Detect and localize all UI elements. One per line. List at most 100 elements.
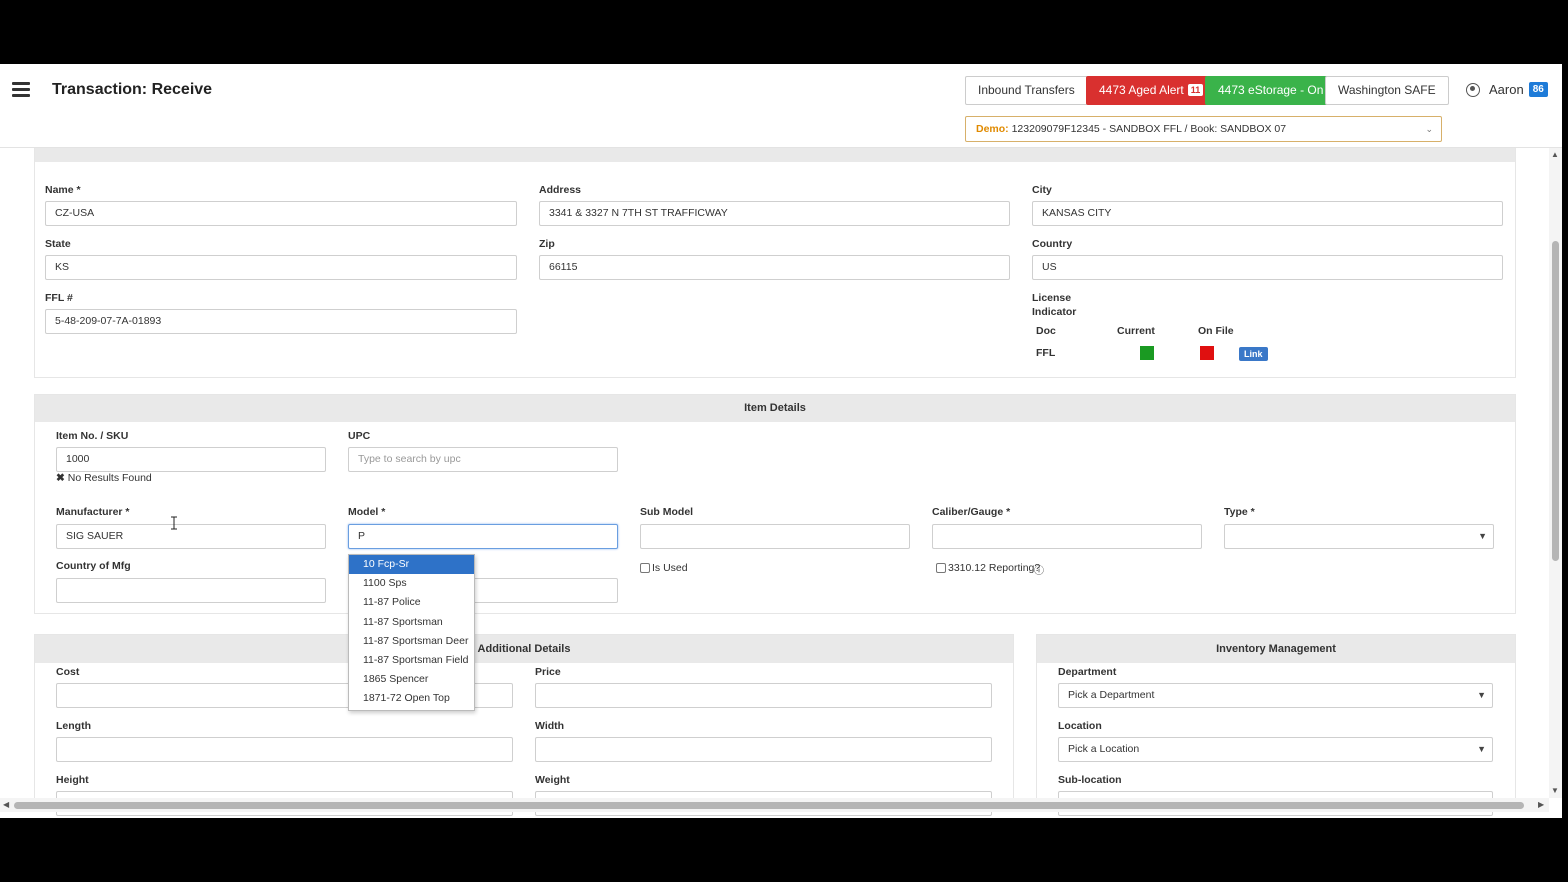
info-icon[interactable]: ⓘ bbox=[1034, 562, 1044, 577]
model-suggestions-dropdown: 10 Fcp-Sr 1100 Sps 11-87 Police 11-87 Sp… bbox=[348, 554, 475, 711]
zip-input[interactable]: 66115 bbox=[539, 255, 1010, 280]
caliber-input[interactable] bbox=[932, 524, 1202, 549]
vertical-scrollbar[interactable]: ▲ ▼ bbox=[1549, 148, 1562, 798]
chevron-down-icon: ⌄ bbox=[1425, 124, 1433, 134]
country-mfg-input[interactable] bbox=[56, 578, 326, 603]
suggestion-item[interactable]: 11-87 Sportsman bbox=[349, 613, 474, 632]
onfile-status-indicator bbox=[1200, 346, 1214, 360]
scroll-down-icon[interactable]: ▼ bbox=[1551, 786, 1559, 795]
weight-label: Weight bbox=[535, 774, 570, 786]
price-input[interactable] bbox=[535, 683, 992, 708]
model-label: Model * bbox=[348, 506, 386, 518]
acquire-from-header bbox=[35, 148, 1515, 162]
is-used-label: Is Used bbox=[652, 562, 688, 574]
suggestion-item[interactable]: 11-87 Sportsman Deer bbox=[349, 632, 474, 651]
department-value: Pick a Department bbox=[1068, 689, 1155, 701]
inbound-transfers-button[interactable]: Inbound Transfers bbox=[965, 76, 1088, 105]
book-select[interactable]: Demo: 123209079F12345 - SANDBOX FFL / Bo… bbox=[965, 116, 1442, 142]
country-label: Country bbox=[1032, 238, 1073, 250]
width-label: Width bbox=[535, 720, 565, 732]
item-details-header: Item Details bbox=[35, 395, 1515, 422]
submodel-label: Sub Model bbox=[640, 506, 694, 518]
book-value: 123209079F12345 - SANDBOX FFL / Book: SA… bbox=[1011, 123, 1287, 135]
caliber-label: Caliber/Gauge * bbox=[932, 506, 1011, 518]
state-input[interactable]: KS bbox=[45, 255, 517, 280]
length-input[interactable] bbox=[56, 737, 513, 762]
ffl-input[interactable]: 5-48-209-07-7A-01893 bbox=[45, 309, 517, 334]
city-label: City bbox=[1032, 184, 1052, 196]
suggestion-item[interactable]: 11-87 Police bbox=[349, 593, 474, 612]
additional-details-header: Additional Details bbox=[35, 635, 1013, 663]
country-input[interactable]: US bbox=[1032, 255, 1503, 280]
chevron-down-icon: ▼ bbox=[1477, 744, 1486, 754]
doc-col-header: Doc bbox=[1036, 325, 1056, 337]
scroll-left-icon[interactable]: ◀ bbox=[3, 800, 9, 809]
current-status-indicator bbox=[1140, 346, 1154, 360]
submodel-input[interactable] bbox=[640, 524, 910, 549]
suggestion-item[interactable]: 1100 Sps bbox=[349, 574, 474, 593]
type-label: Type * bbox=[1224, 506, 1255, 518]
aged-alert-label: 4473 Aged Alert bbox=[1099, 83, 1184, 97]
suggestion-item[interactable]: 1865 Spencer bbox=[349, 670, 474, 689]
user-menu[interactable]: Aaron 86 bbox=[1466, 82, 1548, 97]
location-select[interactable]: Pick a Location ▼ bbox=[1058, 737, 1493, 762]
state-label: State bbox=[45, 238, 71, 250]
chevron-down-icon: ▼ bbox=[1477, 690, 1486, 700]
no-results-text: No Results Found bbox=[67, 472, 152, 484]
ffl-label: FFL # bbox=[45, 292, 73, 304]
sublocation-label: Sub-location bbox=[1058, 774, 1122, 786]
location-value: Pick a Location bbox=[1068, 743, 1140, 755]
horizontal-scroll-thumb[interactable] bbox=[14, 802, 1524, 809]
chevron-down-icon: ▼ bbox=[1478, 531, 1487, 541]
inventory-header: Inventory Management bbox=[1037, 635, 1515, 663]
suggestion-item[interactable]: 11-87 Sportsman Field bbox=[349, 651, 474, 670]
zip-label: Zip bbox=[539, 238, 555, 250]
aged-alert-button[interactable]: 4473 Aged Alert 11 bbox=[1086, 76, 1217, 105]
width-input[interactable] bbox=[535, 737, 992, 762]
is-used-checkbox[interactable] bbox=[640, 563, 650, 573]
reporting-label: 3310.12 Reporting? bbox=[948, 562, 1041, 574]
city-input[interactable]: KANSAS CITY bbox=[1032, 201, 1503, 226]
suggestion-item[interactable]: 1871-72 Open Top bbox=[349, 689, 474, 708]
name-label: Name * bbox=[45, 184, 81, 196]
vertical-scroll-thumb[interactable] bbox=[1552, 241, 1559, 561]
upc-input[interactable]: Type to search by upc bbox=[348, 447, 618, 472]
menu-icon[interactable] bbox=[12, 82, 30, 97]
license-label: License bbox=[1032, 292, 1072, 304]
app-window: Transaction: Receive Inbound Transfers 4… bbox=[0, 64, 1562, 818]
manufacturer-label: Manufacturer * bbox=[56, 506, 130, 518]
sku-input[interactable]: 1000 bbox=[56, 447, 326, 472]
ffl-doc-cell: FFL bbox=[1036, 347, 1056, 359]
aged-alert-count: 11 bbox=[1187, 84, 1204, 96]
license-link-button[interactable]: Link bbox=[1239, 347, 1268, 361]
length-label: Length bbox=[56, 720, 91, 732]
manufacturer-input[interactable]: SIG SAUER bbox=[56, 524, 326, 549]
name-input[interactable]: CZ-USA bbox=[45, 201, 517, 226]
type-select[interactable]: ▼ bbox=[1224, 524, 1494, 549]
scroll-right-icon[interactable]: ▶ bbox=[1538, 800, 1544, 809]
page-title: Transaction: Receive bbox=[52, 81, 213, 98]
sku-label: Item No. / SKU bbox=[56, 430, 129, 442]
reporting-checkbox[interactable] bbox=[936, 563, 946, 573]
department-label: Department bbox=[1058, 666, 1117, 678]
user-icon bbox=[1466, 82, 1480, 97]
close-icon: ✖ bbox=[56, 472, 65, 484]
book-label: Demo: bbox=[976, 123, 1009, 135]
estorage-button[interactable]: 4473 eStorage - On bbox=[1205, 76, 1337, 105]
country-mfg-label: Country of Mfg bbox=[56, 560, 131, 572]
top-bar: Transaction: Receive Inbound Transfers 4… bbox=[0, 64, 1562, 148]
no-results-message: ✖ No Results Found bbox=[56, 472, 152, 484]
user-name: Aaron bbox=[1489, 82, 1524, 97]
address-input[interactable]: 3341 & 3327 N 7TH ST TRAFFICWAY bbox=[539, 201, 1010, 226]
onfile-col-header: On File bbox=[1198, 325, 1234, 337]
department-select[interactable]: Pick a Department ▼ bbox=[1058, 683, 1493, 708]
horizontal-scrollbar[interactable]: ◀ ▶ bbox=[0, 798, 1549, 812]
model-input[interactable]: P bbox=[348, 524, 618, 549]
washington-safe-button[interactable]: Washington SAFE bbox=[1325, 76, 1449, 105]
user-badge: 86 bbox=[1528, 82, 1548, 97]
price-label: Price bbox=[535, 666, 561, 678]
scroll-up-icon[interactable]: ▲ bbox=[1551, 150, 1559, 159]
location-label: Location bbox=[1058, 720, 1102, 732]
suggestion-item[interactable]: 10 Fcp-Sr bbox=[349, 555, 474, 575]
current-col-header: Current bbox=[1117, 325, 1155, 337]
